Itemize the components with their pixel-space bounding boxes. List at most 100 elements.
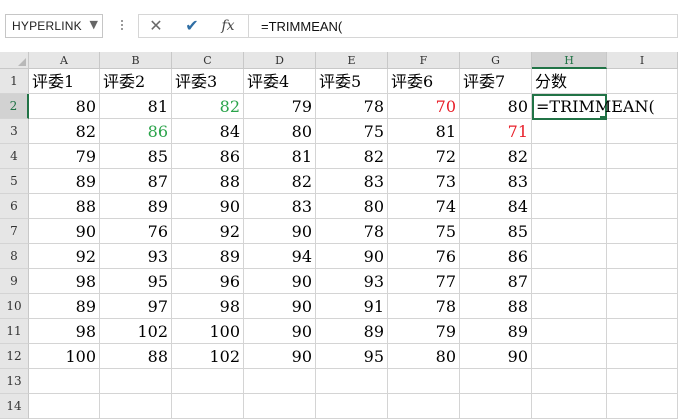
- cell-g5[interactable]: 83: [460, 169, 532, 194]
- column-header-d[interactable]: D: [244, 52, 316, 69]
- cell-b14[interactable]: [100, 394, 172, 419]
- cell-i13[interactable]: [607, 369, 678, 394]
- cell-e12[interactable]: 95: [316, 344, 388, 369]
- cell-d13[interactable]: [244, 369, 316, 394]
- cancel-icon[interactable]: ✕: [138, 14, 174, 38]
- name-box-dropdown-icon[interactable]: ▼: [90, 18, 98, 31]
- cell-f6[interactable]: 74: [388, 194, 460, 219]
- row-header-1[interactable]: 1: [0, 69, 29, 94]
- cell-e10[interactable]: 91: [316, 294, 388, 319]
- cell-i1[interactable]: [607, 69, 678, 94]
- cell-h8[interactable]: [532, 244, 607, 269]
- cell-b8[interactable]: 93: [100, 244, 172, 269]
- cell-i5[interactable]: [607, 169, 678, 194]
- cell-e7[interactable]: 78: [316, 219, 388, 244]
- cell-b9[interactable]: 95: [100, 269, 172, 294]
- cell-e4[interactable]: 82: [316, 144, 388, 169]
- cell-d4[interactable]: 81: [244, 144, 316, 169]
- cell-h4[interactable]: [532, 144, 607, 169]
- cell-a10[interactable]: 89: [29, 294, 100, 319]
- cell-g11[interactable]: 89: [460, 319, 532, 344]
- cell-e1[interactable]: 评委5: [316, 69, 388, 94]
- cell-c9[interactable]: 96: [172, 269, 244, 294]
- row-header-2[interactable]: 2: [0, 94, 29, 119]
- column-header-f[interactable]: F: [388, 52, 460, 69]
- column-header-h[interactable]: H: [532, 52, 607, 69]
- cell-h12[interactable]: [532, 344, 607, 369]
- cell-h5[interactable]: [532, 169, 607, 194]
- column-header-g[interactable]: G: [460, 52, 532, 69]
- cell-b10[interactable]: 97: [100, 294, 172, 319]
- cell-a4[interactable]: 79: [29, 144, 100, 169]
- row-header-14[interactable]: 14: [0, 394, 29, 419]
- cell-i9[interactable]: [607, 269, 678, 294]
- row-header-8[interactable]: 8: [0, 244, 29, 269]
- cell-i4[interactable]: [607, 144, 678, 169]
- cell-d11[interactable]: 90: [244, 319, 316, 344]
- cell-e11[interactable]: 89: [316, 319, 388, 344]
- cell-c11[interactable]: 100: [172, 319, 244, 344]
- select-all-corner[interactable]: [0, 52, 29, 69]
- cell-g8[interactable]: 86: [460, 244, 532, 269]
- cell-b4[interactable]: 85: [100, 144, 172, 169]
- cell-d1[interactable]: 评委4: [244, 69, 316, 94]
- cell-i11[interactable]: [607, 319, 678, 344]
- cell-a11[interactable]: 98: [29, 319, 100, 344]
- cell-e8[interactable]: 90: [316, 244, 388, 269]
- cell-h1[interactable]: 分数: [532, 69, 607, 94]
- cell-e6[interactable]: 80: [316, 194, 388, 219]
- cell-g7[interactable]: 85: [460, 219, 532, 244]
- cell-a3[interactable]: 82: [29, 119, 100, 144]
- insert-function-button[interactable]: fx: [210, 14, 246, 38]
- cell-f7[interactable]: 75: [388, 219, 460, 244]
- column-header-b[interactable]: B: [100, 52, 172, 69]
- cell-a7[interactable]: 90: [29, 219, 100, 244]
- check-icon[interactable]: ✔: [174, 14, 210, 38]
- cell-g12[interactable]: 90: [460, 344, 532, 369]
- cell-d6[interactable]: 83: [244, 194, 316, 219]
- formula-bar-grip-icon[interactable]: [120, 18, 124, 34]
- cell-g6[interactable]: 84: [460, 194, 532, 219]
- cell-b2[interactable]: 81: [100, 94, 172, 119]
- cell-d12[interactable]: 90: [244, 344, 316, 369]
- cell-f12[interactable]: 80: [388, 344, 460, 369]
- cell-e3[interactable]: 75: [316, 119, 388, 144]
- row-header-13[interactable]: 13: [0, 369, 29, 394]
- cell-a12[interactable]: 100: [29, 344, 100, 369]
- cell-c1[interactable]: 评委3: [172, 69, 244, 94]
- cell-i6[interactable]: [607, 194, 678, 219]
- cell-f4[interactable]: 72: [388, 144, 460, 169]
- row-header-11[interactable]: 11: [0, 319, 29, 344]
- cell-c13[interactable]: [172, 369, 244, 394]
- cell-b1[interactable]: 评委2: [100, 69, 172, 94]
- cell-i14[interactable]: [607, 394, 678, 419]
- row-header-6[interactable]: 6: [0, 194, 29, 219]
- cell-a14[interactable]: [29, 394, 100, 419]
- cell-b3[interactable]: 86: [100, 119, 172, 144]
- cell-c8[interactable]: 89: [172, 244, 244, 269]
- cell-f13[interactable]: [388, 369, 460, 394]
- cell-e14[interactable]: [316, 394, 388, 419]
- cell-g1[interactable]: 评委7: [460, 69, 532, 94]
- cell-g10[interactable]: 88: [460, 294, 532, 319]
- row-header-3[interactable]: 3: [0, 119, 29, 144]
- cell-a6[interactable]: 88: [29, 194, 100, 219]
- cell-g2[interactable]: 80: [460, 94, 532, 119]
- cell-f14[interactable]: [388, 394, 460, 419]
- row-header-7[interactable]: 7: [0, 219, 29, 244]
- cell-d3[interactable]: 80: [244, 119, 316, 144]
- row-header-5[interactable]: 5: [0, 169, 29, 194]
- cell-d2[interactable]: 79: [244, 94, 316, 119]
- cell-h6[interactable]: [532, 194, 607, 219]
- cell-e13[interactable]: [316, 369, 388, 394]
- cell-b11[interactable]: 102: [100, 319, 172, 344]
- cell-a9[interactable]: 98: [29, 269, 100, 294]
- cell-h11[interactable]: [532, 319, 607, 344]
- cell-f10[interactable]: 78: [388, 294, 460, 319]
- cell-g13[interactable]: [460, 369, 532, 394]
- cell-h7[interactable]: [532, 219, 607, 244]
- cell-f8[interactable]: 76: [388, 244, 460, 269]
- cell-i3[interactable]: [607, 119, 678, 144]
- column-header-a[interactable]: A: [29, 52, 100, 69]
- cell-h3[interactable]: [532, 119, 607, 144]
